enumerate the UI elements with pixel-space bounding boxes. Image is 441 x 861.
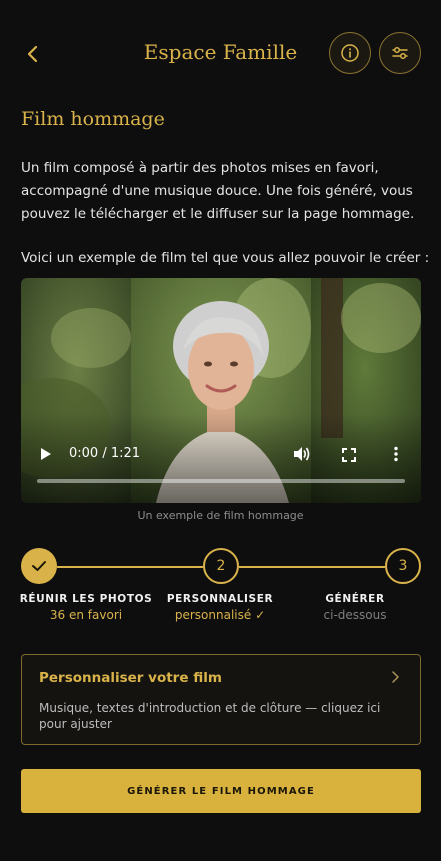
step-3-label: GÉNÉRER [325,593,385,605]
step-connector [57,566,203,568]
play-icon [41,448,51,460]
step-connector [239,566,385,568]
video-player[interactable]: 0:00 / 1:21 [21,278,421,503]
volume-button[interactable] [293,446,311,466]
sliders-icon [392,46,408,60]
check-icon [32,561,46,571]
customize-card-description: Musique, textes d'introduction et de clô… [39,701,381,731]
info-icon [341,44,359,62]
page-title: Espace Famille [143,40,298,64]
step-1-indicator [21,548,57,584]
app-header: Espace Famille [0,28,441,80]
fullscreen-button[interactable] [342,447,356,466]
customize-film-card[interactable]: Personnaliser votre film Musique, textes… [21,654,421,745]
more-vertical-icon [394,446,398,462]
video-frame-image [21,278,421,503]
step-1-label: RÉUNIR LES PHOTOS [19,593,153,605]
volume-icon [294,447,310,461]
chevron-right-icon [390,669,400,688]
play-button[interactable] [39,446,53,466]
info-button[interactable] [329,32,371,74]
customize-card-title: Personnaliser votre film [39,670,222,686]
section-description: Un film composé à partir des photos mise… [21,160,415,222]
video-time: 0:00 / 1:21 [69,446,141,461]
step-2-status: personnalisé ✓ [174,608,266,622]
step-3-status: ci-dessous [323,608,387,622]
step-3-indicator: 3 [385,548,421,584]
more-options-button[interactable] [392,446,400,466]
fullscreen-icon [342,448,356,462]
generate-film-button[interactable]: GÉNÉRER LE FILM HOMMAGE [21,769,421,813]
settings-button[interactable] [379,32,421,74]
seek-bar[interactable] [37,479,405,483]
section-title: Film hommage [21,108,165,130]
step-2-indicator: 2 [203,548,239,584]
step-2-label: PERSONNALISER [166,593,274,605]
step-1-status: 36 en favori [49,608,123,622]
video-caption: Un exemple de film hommage [137,509,304,522]
example-intro-text: Voici un exemple de film tel que vous al… [21,250,430,266]
